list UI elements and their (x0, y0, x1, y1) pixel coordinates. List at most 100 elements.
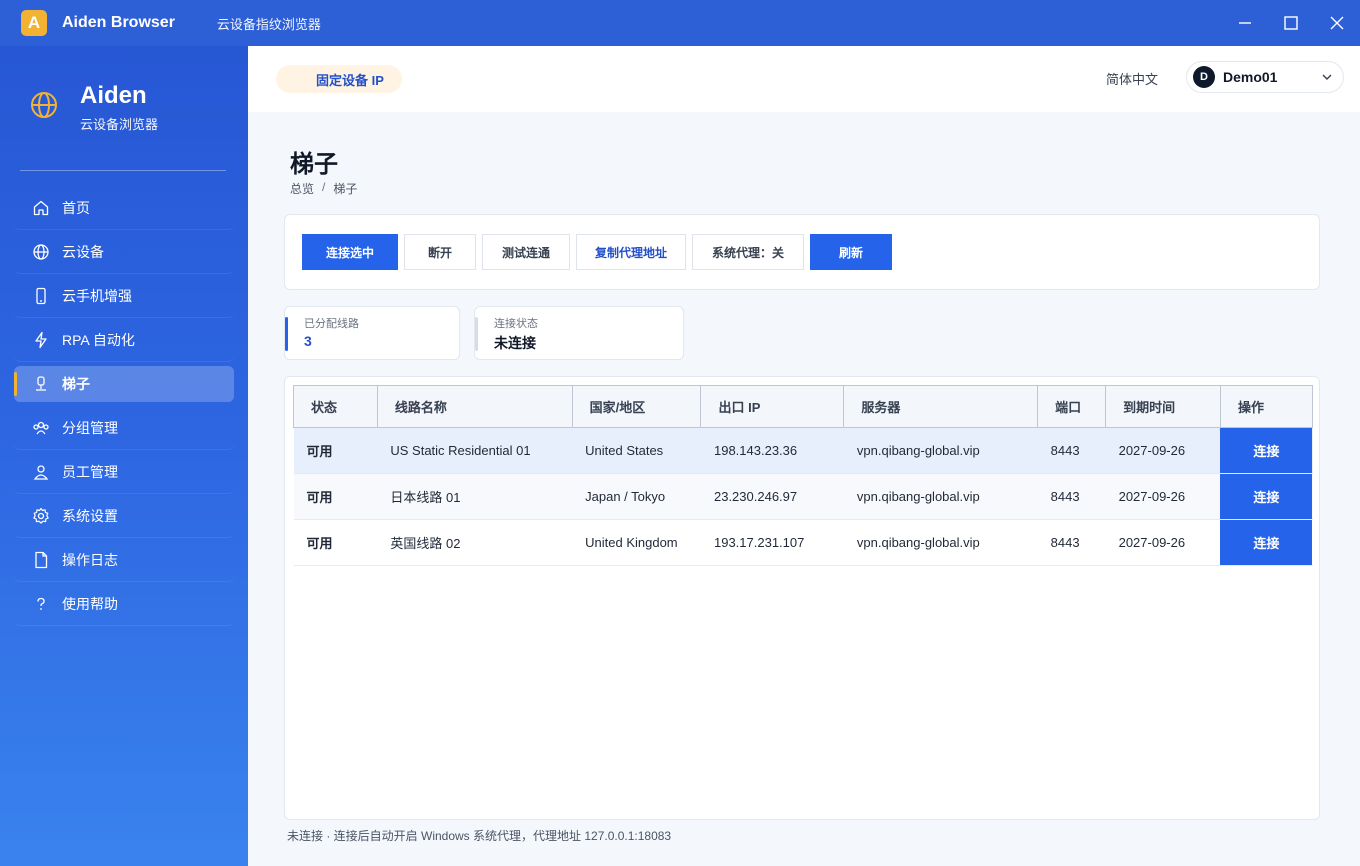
column-header: 国家/地区 (571, 385, 702, 428)
avatar: D (1193, 66, 1215, 88)
lines-table-card: 状态 线路名称 国家/地区 出口 IP 服务器 端口 到期时间 操作 可用 US… (284, 376, 1320, 820)
stat-value: 3 (304, 333, 312, 349)
sidebar-item-label: 操作日志 (62, 551, 118, 568)
minimize-button[interactable] (1222, 0, 1268, 46)
cell-name: US Static Residential 01 (377, 427, 573, 474)
sidebar-item-home[interactable]: 首页 (14, 186, 234, 230)
connect-button[interactable]: 连接 (1220, 428, 1313, 473)
cell-server: vpn.qibang-global.vip (843, 427, 1038, 474)
cell-port: 8443 (1037, 427, 1106, 474)
breadcrumb-item-overview[interactable]: 总览 (290, 180, 314, 197)
lines-table: 状态 线路名称 国家/地区 出口 IP 服务器 端口 到期时间 操作 可用 US… (293, 385, 1314, 566)
language-selector[interactable]: 简体中文 (1106, 69, 1158, 88)
home-icon (33, 200, 49, 215)
system-proxy-toggle[interactable]: 系统代理：关 (692, 234, 804, 270)
connect-button[interactable]: 连接 (1220, 520, 1313, 565)
page-title: 梯子 (290, 151, 338, 178)
close-icon (1330, 16, 1344, 30)
close-button[interactable] (1314, 0, 1360, 46)
cell-name: 英国线路 02 (377, 519, 573, 566)
sidebar-item-rpa[interactable]: RPA 自动化 (14, 318, 234, 362)
column-header: 到期时间 (1105, 385, 1221, 428)
help-icon (37, 597, 45, 610)
ladder-icon (36, 376, 46, 391)
cell-status: 可用 (293, 473, 378, 520)
stat-label: 连接状态 (494, 318, 538, 330)
table-row[interactable]: 可用 日本线路 01 Japan / Tokyo 23.230.246.97 v… (293, 473, 1313, 520)
divider (20, 170, 226, 171)
sidebar-nav: 首页 云设备 云手机增强 RPA 自动化 梯子 分组管理 员工管理 系统设置 操… (14, 186, 234, 626)
sidebar-item-cloud-phone[interactable]: 云手机增强 (14, 274, 234, 318)
breadcrumb-item-current: 梯子 (333, 182, 358, 196)
refresh-button[interactable]: 刷新 (810, 234, 892, 270)
column-header: 出口 IP (700, 385, 845, 428)
document-icon (35, 551, 48, 568)
brand-title: Aiden (80, 82, 147, 109)
brand-subtitle: 云设备浏览器 (80, 117, 159, 132)
globe-icon (31, 92, 57, 118)
cell-port: 8443 (1037, 473, 1106, 520)
table-row[interactable]: 可用 US Static Residential 01 United State… (293, 427, 1313, 474)
window-controls (1222, 0, 1360, 46)
cell-expiry: 2027-09-26 (1105, 519, 1221, 566)
fixed-ip-pill[interactable]: 固定设备 IP (276, 65, 402, 93)
stat-value: 未连接 (494, 335, 536, 351)
sidebar-item-settings[interactable]: 系统设置 (14, 494, 234, 538)
minimize-icon (1239, 22, 1251, 24)
cell-ip: 23.230.246.97 (700, 473, 844, 520)
cell-action: 连接 (1220, 473, 1313, 520)
sidebar-item-help[interactable]: 使用帮助 (14, 582, 234, 626)
sidebar-item-groups[interactable]: 分组管理 (14, 406, 234, 450)
status-footer: 未连接 · 连接后自动开启 Windows 系统代理，代理地址 127.0.0.… (287, 829, 672, 843)
sidebar-item-label: RPA 自动化 (62, 331, 135, 348)
cell-country: United States (572, 427, 701, 474)
sidebar-item-label: 系统设置 (62, 507, 118, 524)
cell-server: vpn.qibang-global.vip (843, 519, 1038, 566)
brand: Aiden 云设备浏览器 (0, 46, 248, 170)
copy-proxy-button[interactable]: 复制代理地址 (576, 234, 686, 270)
sidebar-item-cloud-devices[interactable]: 云设备 (14, 230, 234, 274)
cell-expiry: 2027-09-26 (1105, 473, 1221, 520)
cell-name: 日本线路 01 (377, 473, 573, 520)
sidebar-item-label: 梯子 (62, 376, 90, 392)
sidebar-item-ladder[interactable]: 梯子 (14, 366, 234, 402)
breadcrumb-separator: / (322, 180, 326, 194)
gear-icon (33, 507, 49, 524)
app-subtitle: 云设备指纹浏览器 (216, 16, 321, 32)
breadcrumb: 总览 / 梯子 (290, 180, 357, 197)
maximize-button[interactable] (1268, 0, 1314, 46)
sidebar-item-label: 使用帮助 (62, 595, 118, 612)
sidebar-item-label: 分组管理 (62, 419, 118, 436)
app-name: Aiden Browser (62, 14, 175, 31)
cell-country: Japan / Tokyo (572, 473, 701, 520)
sidebar-item-label: 首页 (62, 199, 90, 216)
sidebar-item-label: 云设备 (62, 243, 104, 260)
column-header: 线路名称 (376, 385, 573, 428)
phone-icon (36, 287, 46, 304)
column-header: 操作 (1219, 385, 1314, 428)
test-connectivity-button[interactable]: 测试连通 (482, 234, 570, 270)
sidebar: Aiden 云设备浏览器 首页 云设备 云手机增强 RPA 自动化 梯子 分组管… (0, 46, 248, 866)
title-bar: A Aiden Browser 云设备指纹浏览器 (0, 0, 1360, 46)
cell-server: vpn.qibang-global.vip (843, 473, 1038, 520)
top-header: 固定设备 IP 简体中文 D Demo01 (248, 46, 1360, 112)
disconnect-button[interactable]: 断开 (404, 234, 476, 270)
sidebar-item-logs[interactable]: 操作日志 (14, 538, 234, 582)
sidebar-item-staff[interactable]: 员工管理 (14, 450, 234, 494)
cell-status: 可用 (293, 427, 378, 474)
cell-ip: 193.17.231.107 (700, 519, 844, 566)
cell-status: 可用 (293, 519, 378, 566)
user-menu[interactable]: D Demo01 (1186, 61, 1344, 93)
globe-icon (33, 243, 49, 260)
connect-selected-button[interactable]: 连接选中 (302, 234, 398, 270)
cell-action: 连接 (1220, 519, 1313, 566)
column-header: 端口 (1037, 385, 1107, 428)
maximize-icon (1284, 16, 1298, 30)
table-row[interactable]: 可用 英国线路 02 United Kingdom 193.17.231.107… (293, 519, 1313, 566)
table-header-row: 状态 线路名称 国家/地区 出口 IP 服务器 端口 到期时间 操作 (293, 385, 1314, 428)
cell-ip: 198.143.23.36 (700, 427, 844, 474)
sidebar-item-label: 员工管理 (62, 463, 118, 480)
connect-button[interactable]: 连接 (1220, 474, 1313, 519)
cell-action: 连接 (1220, 427, 1313, 474)
user-name: Demo01 (1223, 69, 1278, 85)
